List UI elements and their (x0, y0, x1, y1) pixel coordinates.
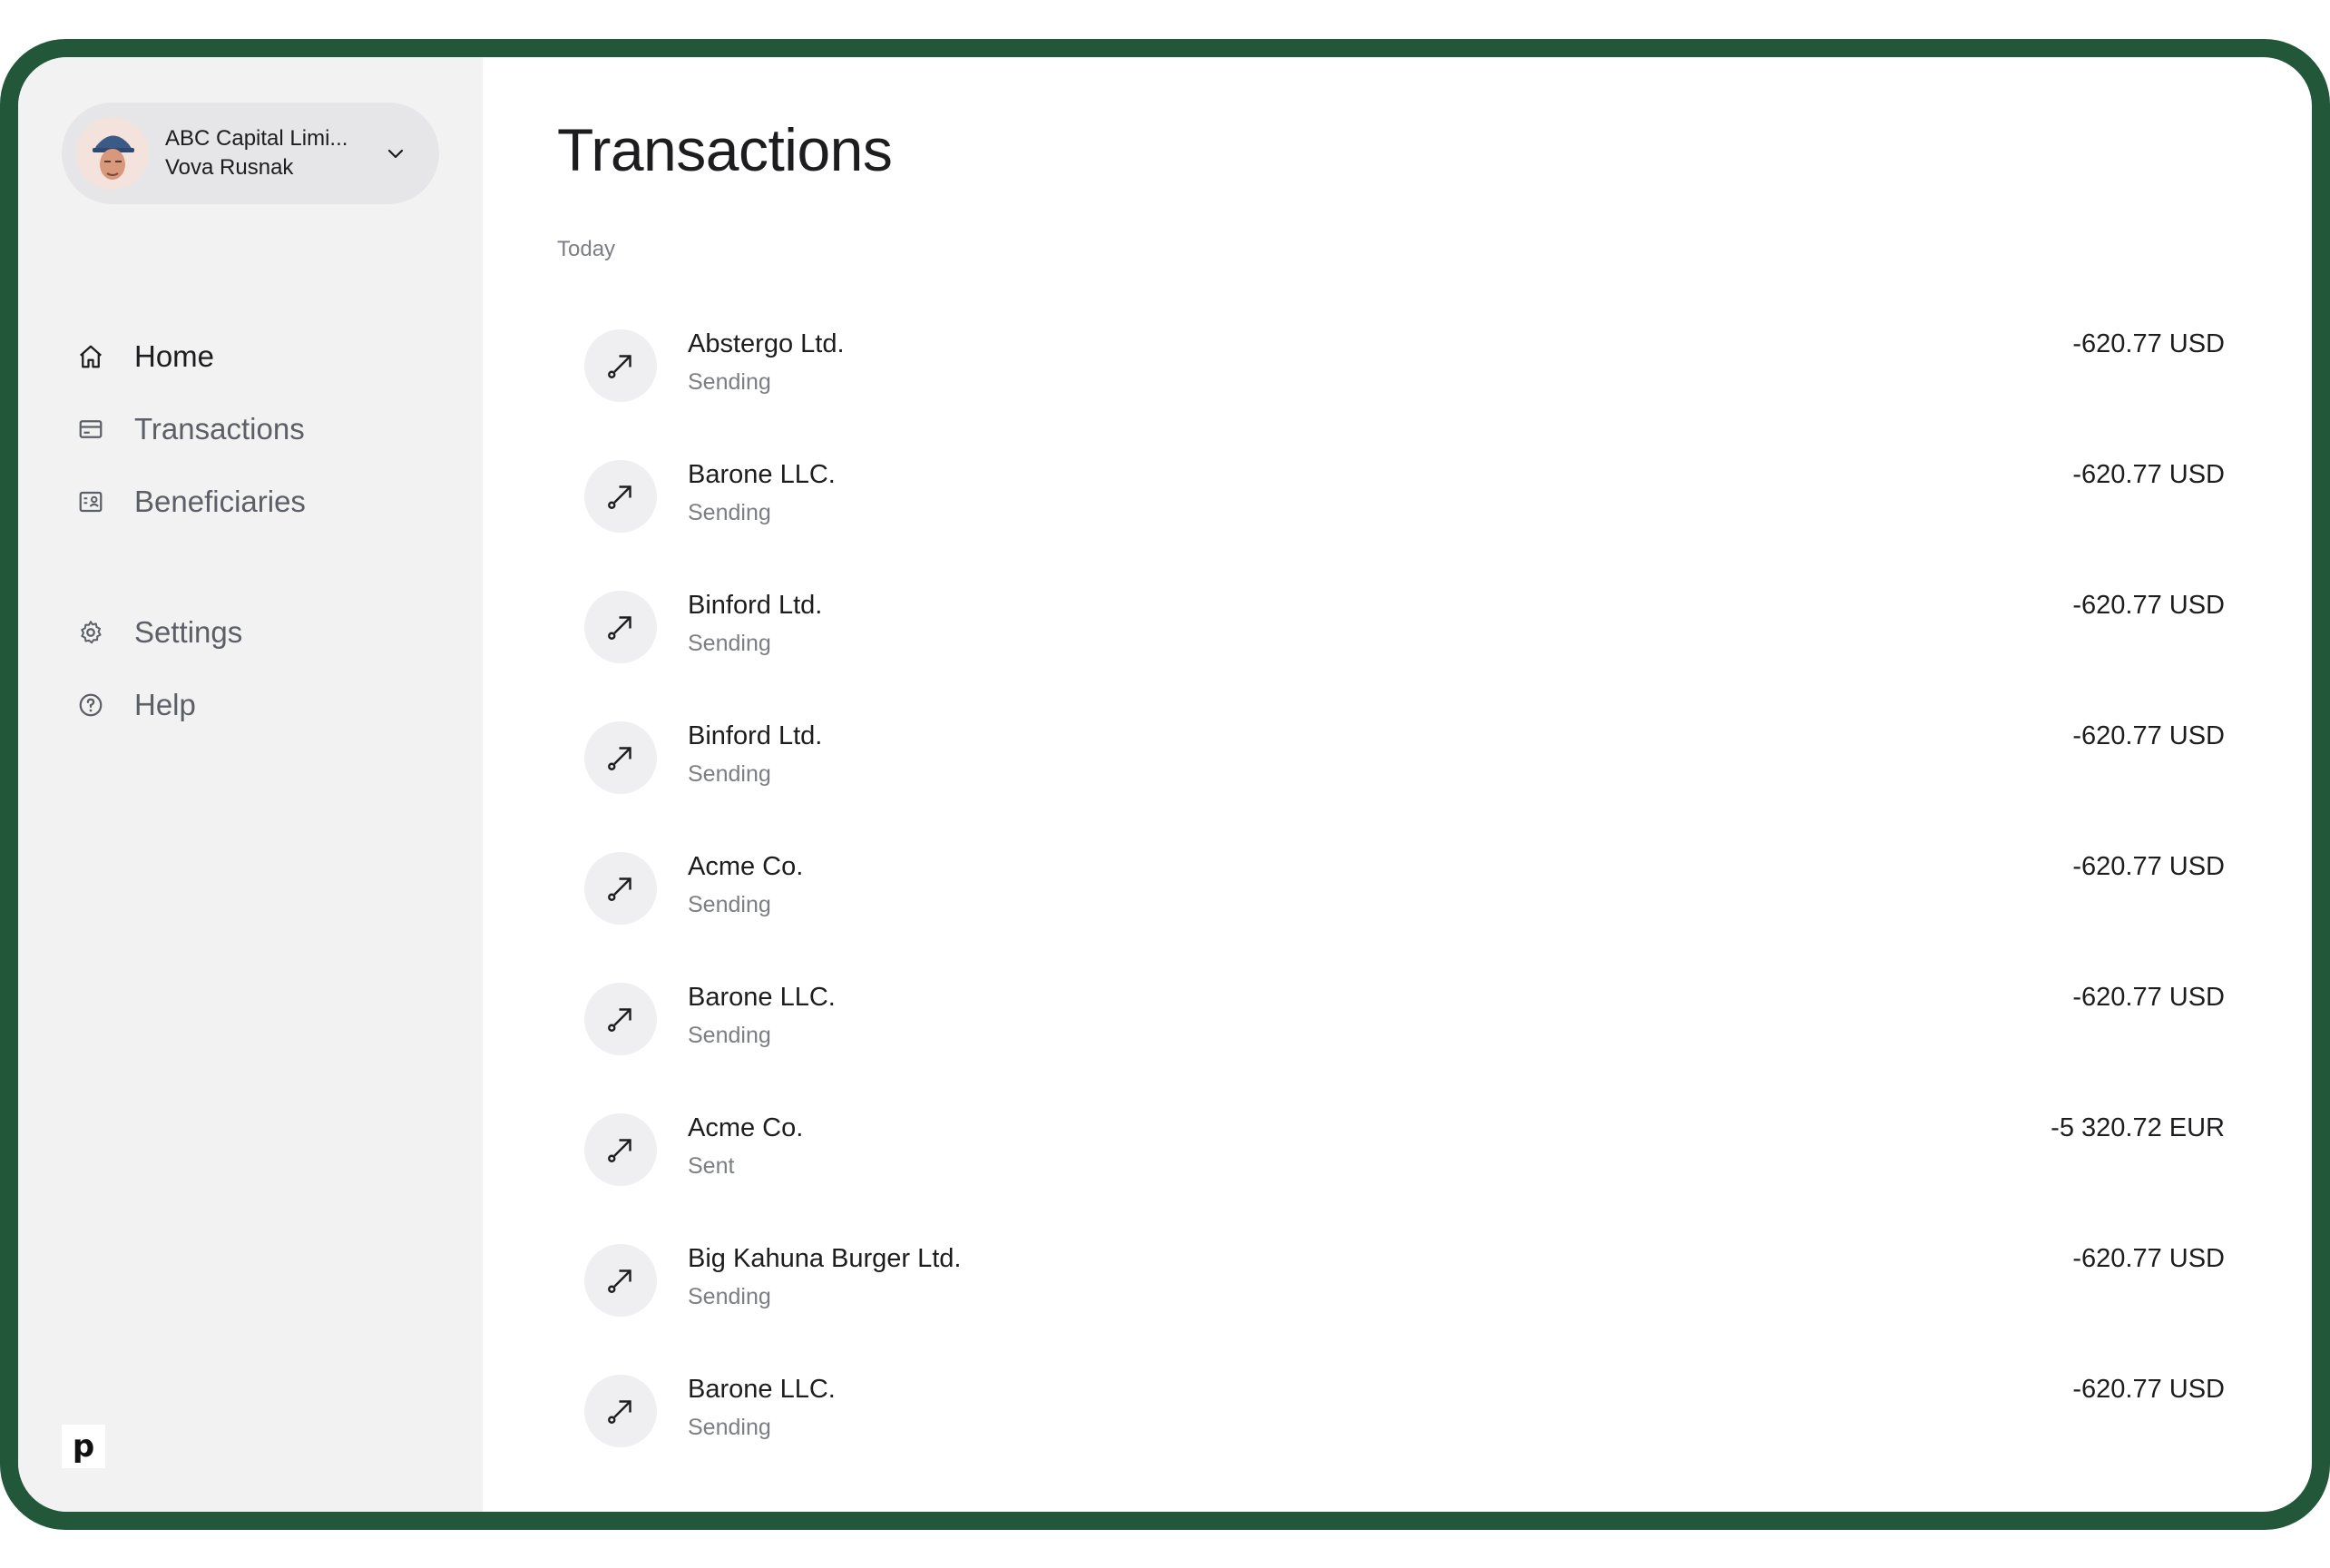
avatar (76, 117, 149, 190)
outgoing-arrow-icon (584, 1113, 657, 1186)
outgoing-arrow-icon (584, 721, 657, 794)
transaction-status: Sending (688, 500, 771, 525)
page-title: Transactions (557, 116, 893, 183)
transaction-status: Sending (688, 1415, 771, 1440)
transaction-name: Binford Ltd. (688, 591, 823, 620)
transaction-row[interactable]: Acme Co. Sending -620.77 USD (557, 841, 2256, 972)
outgoing-arrow-icon (584, 591, 657, 663)
app-window: ABC Capital Limi... Vova Rusnak Home Tra… (18, 57, 2312, 1512)
transaction-name: Acme Co. (688, 852, 804, 881)
contact-card-icon (76, 487, 105, 516)
transaction-row[interactable]: Barone LLC. Sending -620.77 USD (557, 1364, 2256, 1494)
sidebar-item-help[interactable]: Help (76, 669, 306, 741)
transaction-amount: -620.77 USD (2072, 460, 2225, 489)
transaction-amount: -620.77 USD (2072, 1375, 2225, 1404)
transaction-amount: -620.77 USD (2072, 591, 2225, 620)
transaction-list: Abstergo Ltd. Sending -620.77 USD Barone… (557, 318, 2256, 1494)
transaction-row[interactable]: Binford Ltd. Sending -620.77 USD (557, 580, 2256, 710)
transaction-amount: -620.77 USD (2072, 329, 2225, 358)
transaction-status: Sent (688, 1153, 735, 1179)
transaction-amount: -620.77 USD (2072, 852, 2225, 881)
outgoing-arrow-icon (584, 852, 657, 925)
sidebar: ABC Capital Limi... Vova Rusnak Home Tra… (18, 57, 483, 1512)
transaction-amount: -5 320.72 EUR (2051, 1113, 2225, 1142)
home-icon (76, 342, 105, 371)
account-switcher[interactable]: ABC Capital Limi... Vova Rusnak (62, 103, 439, 204)
transaction-name: Barone LLC. (688, 460, 836, 489)
main-content: Transactions Today Abstergo Ltd. Sending… (483, 57, 2312, 1512)
transaction-name: Barone LLC. (688, 983, 836, 1012)
transaction-status: Sending (688, 369, 771, 395)
transaction-row[interactable]: Binford Ltd. Sending -620.77 USD (557, 710, 2256, 841)
transaction-status: Sending (688, 761, 771, 787)
transaction-row[interactable]: Abstergo Ltd. Sending -620.77 USD (557, 318, 2256, 449)
outgoing-arrow-icon (584, 1375, 657, 1447)
transaction-row[interactable]: Big Kahuna Burger Ltd. Sending -620.77 U… (557, 1233, 2256, 1364)
transaction-name: Acme Co. (688, 1113, 804, 1142)
sidebar-item-transactions[interactable]: Transactions (76, 393, 306, 466)
sidebar-item-label: Settings (134, 615, 243, 649)
transaction-status: Sending (688, 1284, 771, 1309)
transaction-status: Sending (688, 631, 771, 656)
transaction-row[interactable]: Barone LLC. Sending -620.77 USD (557, 449, 2256, 580)
brand-logo[interactable]: p (62, 1425, 105, 1468)
account-company: ABC Capital Limi... (165, 126, 348, 151)
sidebar-item-label: Beneficiaries (134, 485, 306, 518)
sidebar-item-label: Help (134, 688, 196, 721)
sidebar-nav: Home Transactions Beneficiaries Settings… (76, 320, 306, 741)
card-icon (76, 415, 105, 444)
transaction-status: Sending (688, 892, 771, 917)
transaction-name: Binford Ltd. (688, 721, 823, 750)
transaction-amount: -620.77 USD (2072, 721, 2225, 750)
chevron-down-icon (387, 149, 404, 159)
outgoing-arrow-icon (584, 983, 657, 1055)
transaction-name: Big Kahuna Burger Ltd. (688, 1244, 962, 1273)
outgoing-arrow-icon (584, 460, 657, 533)
section-date-label: Today (557, 237, 616, 261)
transaction-row[interactable]: Acme Co. Sent -5 320.72 EUR (557, 1102, 2256, 1233)
account-person: Vova Rusnak (165, 155, 294, 180)
sidebar-item-label: Home (134, 339, 215, 373)
outgoing-arrow-icon (584, 1244, 657, 1317)
gear-icon (76, 618, 105, 647)
transaction-name: Barone LLC. (688, 1375, 836, 1404)
help-circle-icon (76, 691, 105, 720)
sidebar-item-beneficiaries[interactable]: Beneficiaries (76, 466, 306, 538)
sidebar-item-home[interactable]: Home (76, 320, 306, 393)
transaction-status: Sending (688, 1023, 771, 1048)
transaction-amount: -620.77 USD (2072, 983, 2225, 1012)
device-frame: ABC Capital Limi... Vova Rusnak Home Tra… (0, 39, 2330, 1530)
transaction-row[interactable]: Barone LLC. Sending -620.77 USD (557, 972, 2256, 1102)
transaction-name: Abstergo Ltd. (688, 329, 845, 358)
sidebar-item-settings[interactable]: Settings (76, 596, 306, 669)
transaction-amount: -620.77 USD (2072, 1244, 2225, 1273)
sidebar-item-label: Transactions (134, 412, 305, 446)
outgoing-arrow-icon (584, 329, 657, 402)
